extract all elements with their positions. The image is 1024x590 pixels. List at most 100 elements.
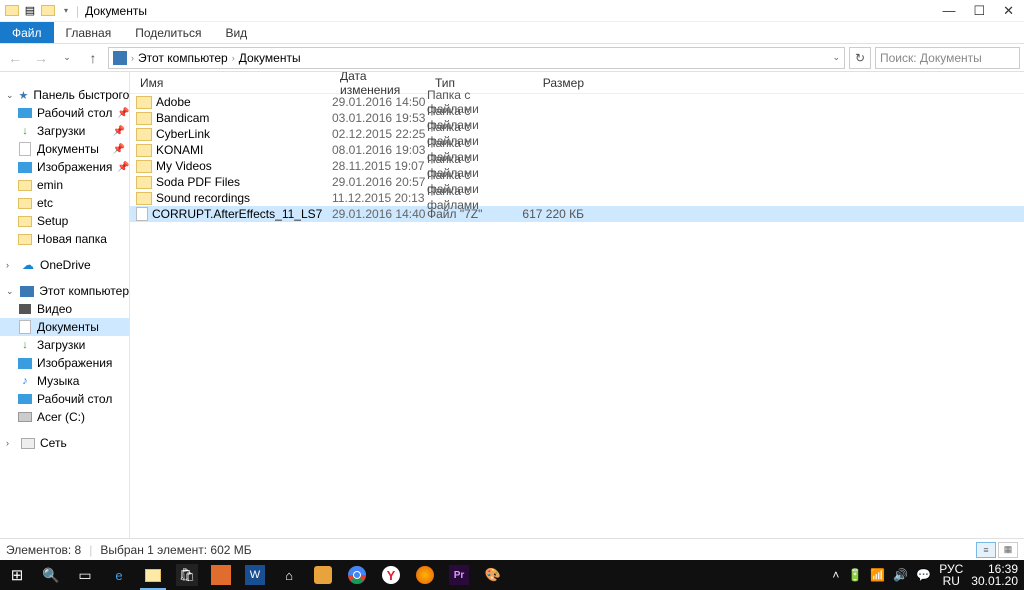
music-icon: ♪ <box>18 374 32 388</box>
file-date: 11.12.2015 20:13 <box>332 191 427 205</box>
tab-view[interactable]: Вид <box>213 22 259 43</box>
folder-icon <box>136 192 152 205</box>
breadcrumb-documents[interactable]: Документы <box>239 51 301 65</box>
taskbar-app-home[interactable]: ⌂ <box>272 560 306 590</box>
forward-button[interactable]: → <box>30 47 52 69</box>
file-date: 29.01.2016 20:57 <box>332 175 427 189</box>
column-date[interactable]: Дата изменения <box>332 72 427 97</box>
taskbar-app-yellow[interactable] <box>306 560 340 590</box>
refresh-button[interactable]: ↻ <box>849 47 871 69</box>
qat-folder-icon[interactable] <box>40 3 56 19</box>
file-row[interactable]: CORRUPT.AfterEffects_11_LS729.01.2016 14… <box>130 206 1024 222</box>
address-dropdown-icon[interactable]: ⌄ <box>832 52 840 63</box>
sidebar-item-documents-pc[interactable]: Документы <box>0 318 129 336</box>
download-icon: ↓ <box>18 338 32 352</box>
breadcrumb-thispc[interactable]: Этот компьютер <box>138 51 228 65</box>
taskbar-app-word[interactable]: W <box>238 560 272 590</box>
qat-props-icon[interactable]: ▤ <box>22 3 38 19</box>
file-row[interactable]: My Videos28.11.2015 19:07Папка с файлами <box>130 158 1024 174</box>
file-row[interactable]: Adobe29.01.2016 14:50Папка с файлами <box>130 94 1024 110</box>
sidebar-item-music[interactable]: ♪Музыка <box>0 372 129 390</box>
search-button[interactable]: 🔍 <box>34 560 68 590</box>
tray-volume-icon[interactable]: 🔊 <box>893 568 908 582</box>
sidebar-item-video[interactable]: Видео <box>0 300 129 318</box>
file-name: KONAMI <box>156 143 203 157</box>
file-row[interactable]: Bandicam03.01.2016 19:53Папка с файлами <box>130 110 1024 126</box>
tray-chevron-up-icon[interactable]: ˄ <box>832 568 839 582</box>
file-row[interactable]: Sound recordings11.12.2015 20:13Папка с … <box>130 190 1024 206</box>
minimize-button[interactable]: — <box>942 3 955 19</box>
file-icon <box>136 207 148 221</box>
taskbar-app-yandex[interactable]: Y <box>374 560 408 590</box>
sidebar-item-pictures[interactable]: Изображения📌 <box>0 158 129 176</box>
file-name: My Videos <box>156 159 212 173</box>
file-row[interactable]: KONAMI08.01.2016 19:03Папка с файлами <box>130 142 1024 158</box>
chevron-right-icon[interactable]: › <box>232 53 235 63</box>
tray-clock[interactable]: 16:3930.01.20 <box>971 563 1018 587</box>
taskbar-app-premiere[interactable]: Pr <box>442 560 476 590</box>
sidebar-item-pictures-pc[interactable]: Изображения <box>0 354 129 372</box>
taskbar-app-edge[interactable]: e <box>102 560 136 590</box>
start-button[interactable]: ⊞ <box>0 560 34 590</box>
sidebar-item-setup[interactable]: Setup <box>0 212 129 230</box>
pin-icon: 📌 <box>117 108 129 119</box>
folder-icon <box>18 232 32 246</box>
tab-share[interactable]: Поделиться <box>123 22 213 43</box>
file-name: Sound recordings <box>156 191 250 205</box>
app-icon <box>211 565 231 585</box>
file-size: 617 220 КБ <box>522 207 592 221</box>
file-date: 08.01.2016 19:03 <box>332 143 427 157</box>
up-button[interactable]: ↑ <box>82 47 104 69</box>
tab-home[interactable]: Главная <box>54 22 124 43</box>
search-input[interactable]: Поиск: Документы <box>875 47 1020 69</box>
taskbar-app-paint[interactable]: 🎨 <box>476 560 510 590</box>
taskbar-app-firefox[interactable] <box>408 560 442 590</box>
tray-language[interactable]: РУСRU <box>939 563 963 587</box>
maximize-button[interactable]: ☐ <box>973 3 985 19</box>
tray-wifi-icon[interactable]: 📶 <box>870 568 885 582</box>
yandex-icon: Y <box>382 566 400 584</box>
file-row[interactable]: CyberLink02.12.2015 22:25Папка с файлами <box>130 126 1024 142</box>
sidebar-item-newfolder[interactable]: Новая папка <box>0 230 129 248</box>
tray-notification-icon[interactable]: 💬 <box>916 568 931 582</box>
network-icon <box>21 436 35 450</box>
taskbar-app-chrome[interactable] <box>340 560 374 590</box>
taskbar-app-orange[interactable] <box>204 560 238 590</box>
view-details-button[interactable]: ≡ <box>976 542 996 558</box>
desktop-icon <box>18 106 32 120</box>
back-button[interactable]: ← <box>4 47 26 69</box>
recent-dropdown[interactable]: ⌄ <box>56 47 78 69</box>
file-row[interactable]: Soda PDF Files29.01.2016 20:57Папка с фа… <box>130 174 1024 190</box>
sidebar-item-drive-c[interactable]: Acer (C:) <box>0 408 129 426</box>
tray-battery-icon[interactable]: 🔋 <box>847 568 862 582</box>
taskbar-app-explorer[interactable] <box>136 560 170 590</box>
pc-icon <box>113 51 127 65</box>
sidebar-item-network[interactable]: ›Сеть <box>0 434 129 452</box>
column-name[interactable]: Имя <box>132 76 332 90</box>
view-large-button[interactable]: ▦ <box>998 542 1018 558</box>
sidebar-item-onedrive[interactable]: ›☁OneDrive <box>0 256 129 274</box>
sidebar-item-downloads-pc[interactable]: ↓Загрузки <box>0 336 129 354</box>
status-selection: Выбран 1 элемент: 602 МБ <box>100 543 251 557</box>
paint-icon: 🎨 <box>482 564 504 586</box>
video-icon <box>18 302 32 316</box>
qat-dropdown-icon[interactable]: ▾ <box>58 3 74 19</box>
sidebar-item-documents[interactable]: Документы📌 <box>0 140 129 158</box>
column-size[interactable]: Размер <box>522 76 592 90</box>
sidebar-item-emin[interactable]: emin <box>0 176 129 194</box>
task-view-button[interactable]: ▭ <box>68 560 102 590</box>
sidebar-item-thispc[interactable]: ⌄Этот компьютер <box>0 282 129 300</box>
sidebar-item-quick-access[interactable]: ⌄★Панель быстрого дс <box>0 86 129 104</box>
sidebar-item-desktop[interactable]: Рабочий стол📌 <box>0 104 129 122</box>
close-button[interactable]: ✕ <box>1003 3 1014 19</box>
sidebar-item-etc[interactable]: etc <box>0 194 129 212</box>
taskbar-app-store[interactable]: 🛍 <box>170 560 204 590</box>
sidebar-item-desktop-pc[interactable]: Рабочий стол <box>0 390 129 408</box>
home-icon: ⌂ <box>278 564 300 586</box>
address-box[interactable]: › Этот компьютер › Документы ⌄ <box>108 47 845 69</box>
sidebar-item-downloads[interactable]: ↓Загрузки📌 <box>0 122 129 140</box>
download-icon: ↓ <box>18 124 32 138</box>
tab-file[interactable]: Файл <box>0 22 54 43</box>
file-name: CyberLink <box>156 127 210 141</box>
chevron-right-icon[interactable]: › <box>131 53 134 63</box>
